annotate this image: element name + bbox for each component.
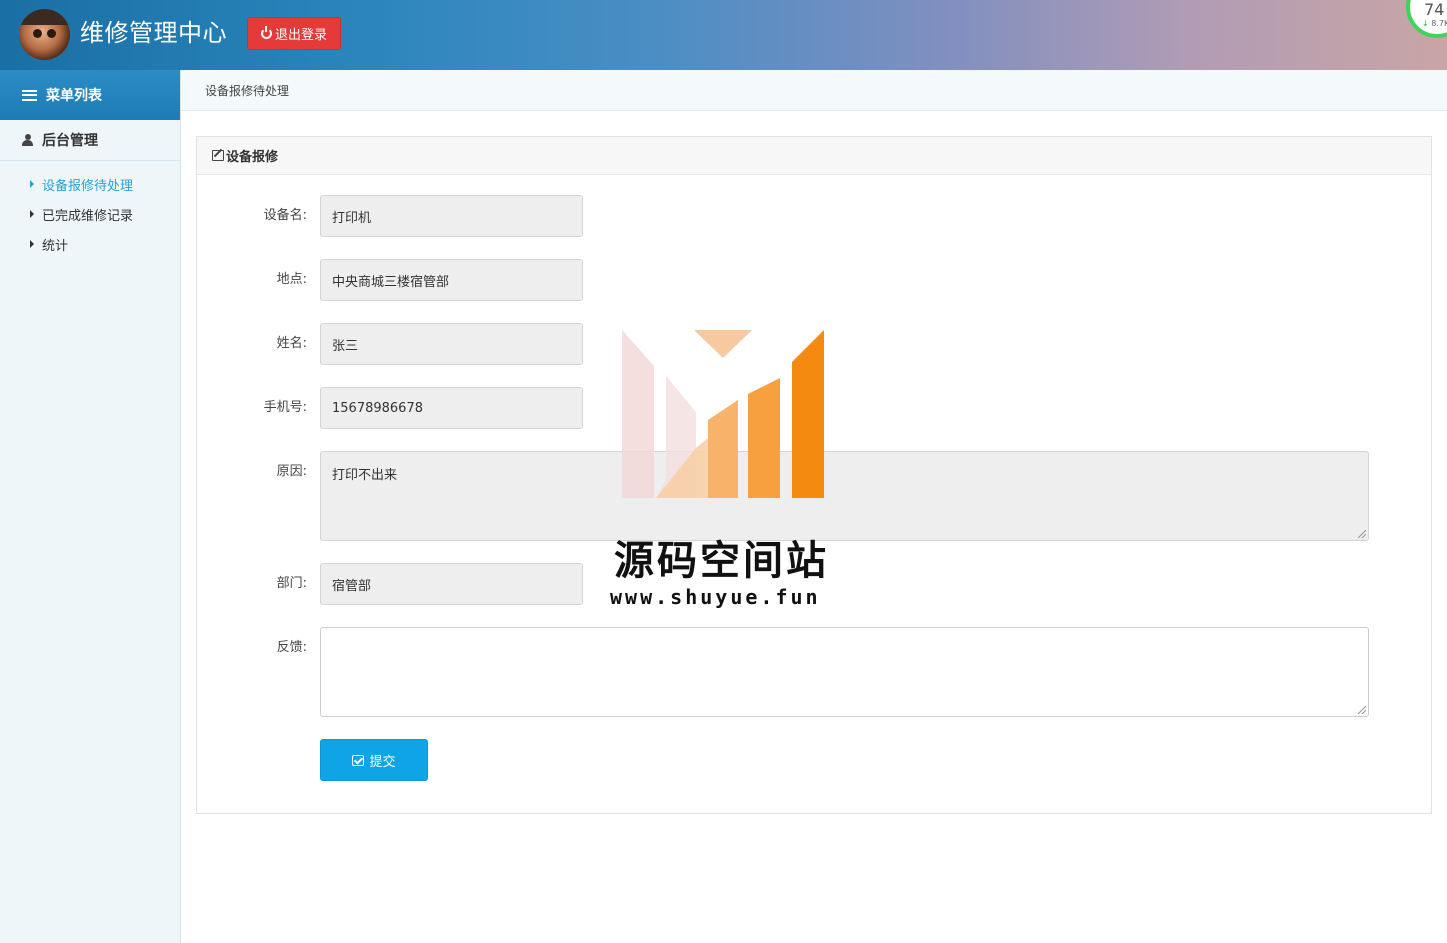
breadcrumb-current: 设备报修待处理 [205, 83, 290, 98]
network-speed-widget[interactable]: 74 ↓ 8.7K [1406, 0, 1447, 38]
menu-title: 菜单列表 [46, 88, 102, 104]
caret-right-icon [30, 210, 34, 218]
sidebar: 菜单列表 后台管理 设备报修待处理 已完成维修记录 统计 [0, 70, 181, 943]
phone-field[interactable]: 15678986678 [320, 387, 583, 429]
edit-icon [212, 150, 224, 161]
sidebar-item-pending-repairs[interactable]: 设备报修待处理 [0, 169, 180, 199]
menu-header: 菜单列表 [0, 70, 180, 120]
avatar [19, 9, 70, 60]
power-icon [260, 26, 272, 39]
submit-button[interactable]: 提交 [320, 739, 428, 781]
check-square-icon [352, 754, 365, 766]
sidebar-item-label: 设备报修待处理 [42, 178, 134, 194]
reason-textarea[interactable]: 打印不出来 [320, 451, 1369, 541]
nav-list: 设备报修待处理 已完成维修记录 统计 [0, 161, 180, 259]
panel-title: 设备报修 [226, 150, 279, 165]
location-field[interactable]: 中央商城三楼宿管部 [320, 259, 583, 301]
submit-label: 提交 [369, 754, 396, 770]
device-name-field[interactable]: 打印机 [320, 195, 583, 237]
logout-label: 退出登录 [274, 28, 327, 43]
user-icon [22, 134, 33, 146]
breadcrumb: 设备报修待处理 [181, 70, 1447, 111]
location-label: 地点: [276, 272, 307, 287]
resize-handle-icon[interactable] [1358, 530, 1366, 538]
app-title: 维修管理中心 [80, 19, 227, 47]
network-speed: ↓ 8.7K [1422, 19, 1447, 28]
feedback-textarea[interactable] [320, 627, 1369, 717]
device-name-label: 设备名: [263, 208, 307, 223]
sidebar-group-admin[interactable]: 后台管理 [0, 120, 180, 161]
panel-heading: 设备报修 [197, 137, 1431, 175]
name-label: 姓名: [276, 336, 307, 351]
down-arrow-icon: ↓ [1422, 19, 1429, 28]
caret-right-icon [30, 240, 34, 248]
reason-text: 打印不出来 [332, 468, 398, 483]
sidebar-item-label: 统计 [42, 238, 69, 254]
feedback-label: 反馈: [276, 640, 307, 655]
phone-label: 手机号: [263, 400, 307, 415]
resize-handle-icon[interactable] [1358, 706, 1366, 714]
sidebar-item-statistics[interactable]: 统计 [0, 229, 180, 259]
name-field[interactable]: 张三 [320, 323, 583, 365]
logout-button[interactable]: 退出登录 [247, 17, 341, 50]
department-label: 部门: [276, 576, 307, 591]
group-title: 后台管理 [42, 133, 98, 149]
network-value: 74 [1424, 0, 1445, 19]
caret-right-icon [30, 180, 34, 188]
sidebar-item-completed-records[interactable]: 已完成维修记录 [0, 199, 180, 229]
reason-label: 原因: [276, 464, 307, 479]
top-header: 维修管理中心 退出登录 74 ↓ 8.7K [0, 0, 1447, 70]
sidebar-item-label: 已完成维修记录 [42, 208, 134, 224]
list-icon [22, 89, 37, 101]
department-field[interactable]: 宿管部 [320, 563, 583, 605]
